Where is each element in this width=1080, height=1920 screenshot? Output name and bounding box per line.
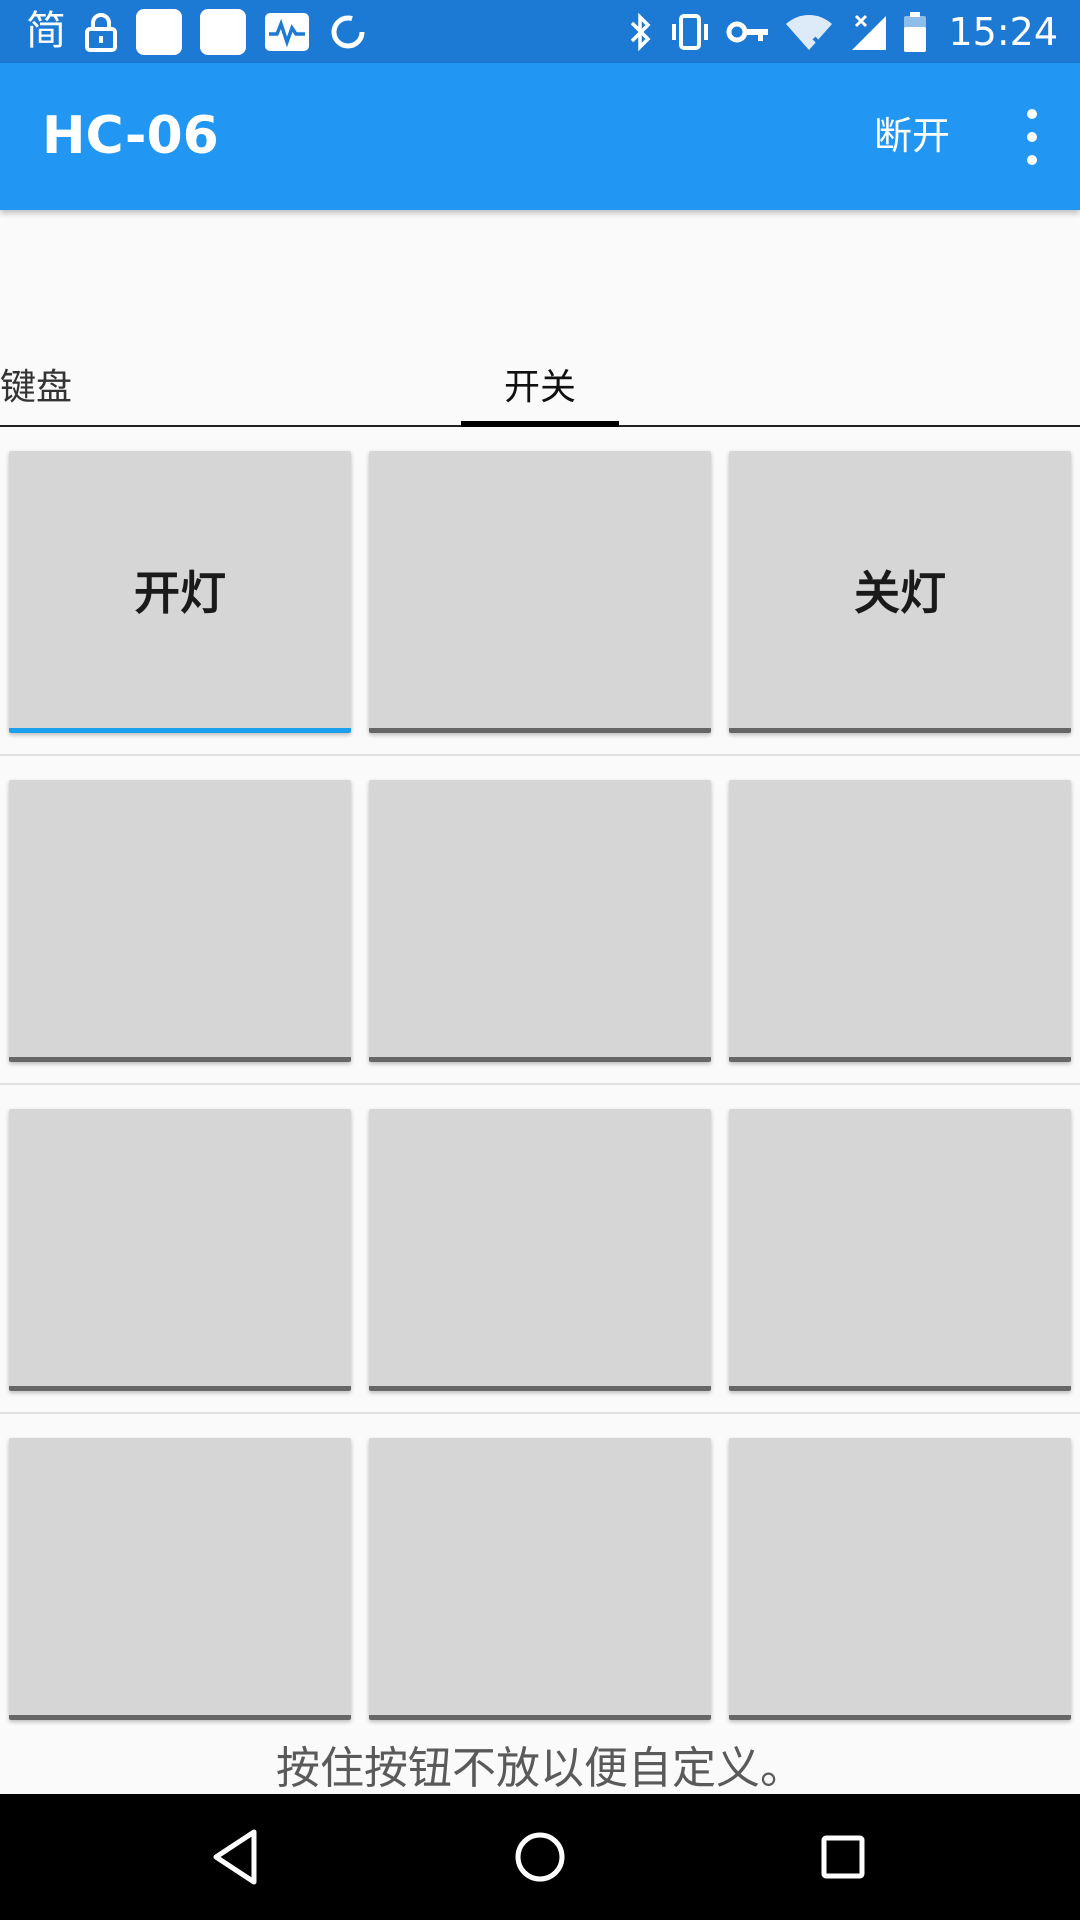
vibrate-icon: [668, 12, 712, 52]
overflow-menu-icon[interactable]: [1010, 109, 1054, 165]
status-bar: 简 15:24: [0, 0, 1080, 63]
switch-button-light-on[interactable]: 开灯: [9, 451, 351, 733]
switch-button-light-off[interactable]: 关灯: [729, 451, 1071, 733]
sync-icon: [328, 12, 368, 52]
switch-button[interactable]: [369, 780, 711, 1062]
button-row: [0, 1085, 1080, 1414]
button-row: [0, 756, 1080, 1085]
back-icon[interactable]: [204, 1824, 270, 1890]
disconnect-button[interactable]: 断开: [874, 63, 950, 210]
status-bar-right: 15:24: [628, 0, 1058, 63]
lock-icon: [84, 12, 118, 52]
status-time: 15:24: [948, 9, 1058, 54]
switch-button[interactable]: [369, 451, 711, 733]
switch-button-grid: 开灯 关灯: [0, 427, 1080, 1741]
status-bar-left: 简: [26, 0, 368, 63]
app-bar: HC-06 断开: [0, 63, 1080, 210]
customize-hint: 按住按钮不放以便自定义。: [276, 1743, 804, 1794]
screen: 简 15:24 HC-06 断开 键盘 开关 开灯 关灯 按住按钮不放以便自定义…: [0, 0, 1080, 1920]
button-row: [0, 1414, 1080, 1741]
signal-icon: [848, 12, 888, 52]
tab-switch[interactable]: 开关: [460, 358, 620, 410]
app-square-icon: [200, 8, 246, 55]
vpn-key-icon: [726, 12, 770, 52]
navigation-bar: [0, 1794, 1080, 1920]
input-method-indicator: 简: [26, 8, 66, 54]
button-row: 开灯 关灯: [0, 427, 1080, 756]
tab-bar: 键盘 开关: [0, 210, 1080, 427]
recent-apps-icon[interactable]: [810, 1824, 876, 1890]
home-icon[interactable]: [507, 1824, 573, 1890]
app-square-icon: [136, 8, 182, 55]
bluetooth-icon: [628, 12, 654, 52]
tab-keyboard[interactable]: 键盘: [0, 358, 72, 410]
switch-button[interactable]: [369, 1438, 711, 1720]
battery-icon: [902, 11, 928, 53]
activity-icon: [264, 12, 310, 52]
switch-button[interactable]: [729, 780, 1071, 1062]
wifi-icon: [784, 12, 834, 52]
switch-button[interactable]: [729, 1109, 1071, 1391]
switch-button[interactable]: [729, 1438, 1071, 1720]
switch-button[interactable]: [9, 1438, 351, 1720]
switch-button[interactable]: [369, 1109, 711, 1391]
switch-button[interactable]: [9, 1109, 351, 1391]
switch-button[interactable]: [9, 780, 351, 1062]
app-title: HC-06: [42, 106, 219, 166]
